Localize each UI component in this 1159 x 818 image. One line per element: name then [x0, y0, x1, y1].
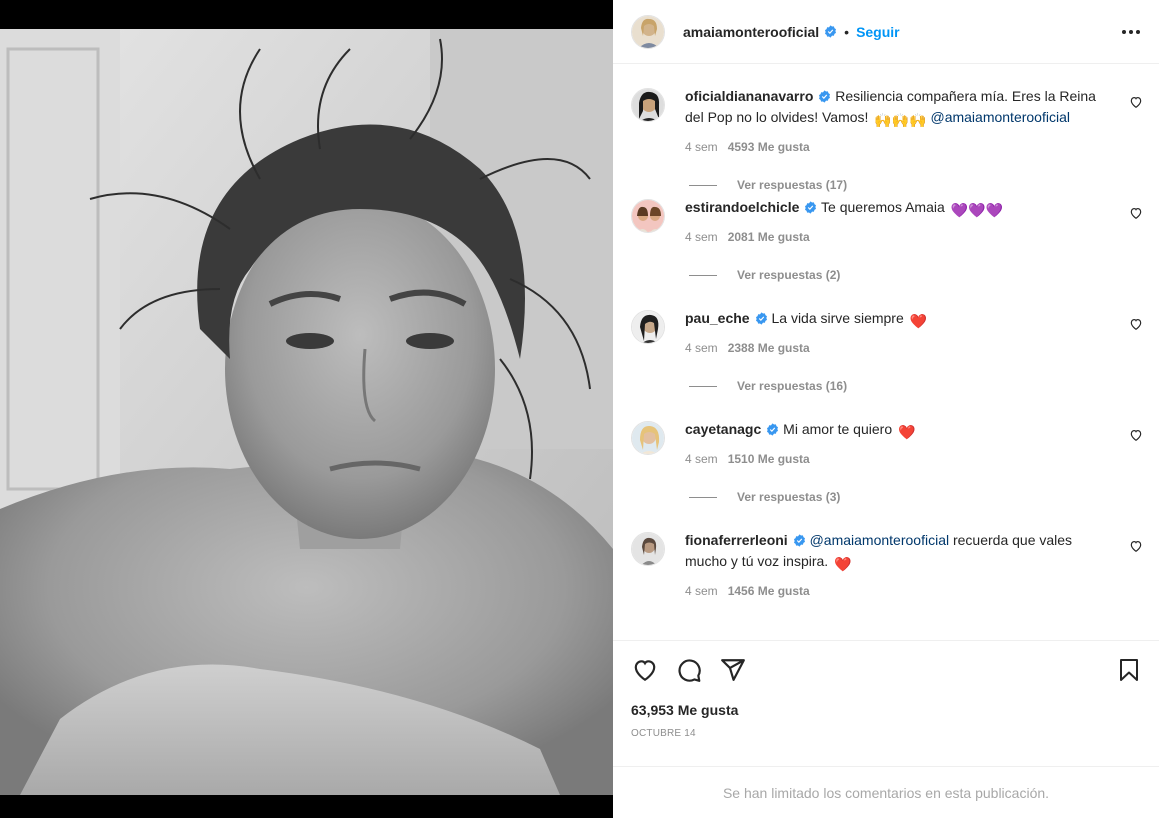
comments-limited-notice: Se han limitado los comentarios en esta … [613, 766, 1159, 818]
follow-button[interactable]: Seguir [856, 24, 900, 40]
comment-item: pau_eche La vida sirve siempre ❤️ 4 sem 2… [631, 308, 1143, 419]
comment-icon[interactable] [675, 656, 703, 684]
view-replies-label: Ver respuestas (3) [737, 490, 841, 504]
commenter-username[interactable]: cayetanagc [685, 421, 761, 437]
comment-like-heart-icon[interactable] [1129, 317, 1143, 331]
comment-like-heart-icon[interactable] [1129, 428, 1143, 442]
comment-text: Mi amor te quiero [783, 421, 893, 437]
comment-likes[interactable]: 4593 Me gusta [728, 140, 810, 154]
commenter-username[interactable]: pau_eche [685, 310, 750, 326]
comment-text: La vida sirve siempre [771, 310, 904, 326]
view-replies-button[interactable]: Ver respuestas (16) [685, 379, 1109, 393]
commenter-avatar[interactable] [631, 310, 665, 344]
comment-like-heart-icon[interactable] [1129, 539, 1143, 553]
verified-icon [805, 201, 817, 214]
comment-item: oficialdiananavarro Resiliencia compañer… [631, 86, 1143, 197]
post-actions: 63,953 Me gusta OCTUBRE 14 [613, 640, 1159, 766]
commenter-avatar[interactable] [631, 421, 665, 455]
comment-text: Te queremos Amaia [821, 199, 945, 215]
comment-age[interactable]: 4 sem [685, 230, 718, 244]
mention-link[interactable]: @amaiamonterooficial [930, 109, 1070, 125]
view-replies-button[interactable]: Ver respuestas (17) [685, 178, 1109, 192]
heart-icon[interactable] [631, 656, 659, 684]
comment-likes[interactable]: 2081 Me gusta [728, 230, 810, 244]
view-replies-label: Ver respuestas (2) [737, 268, 841, 282]
comment-age[interactable]: 4 sem [685, 341, 718, 355]
comment-likes[interactable]: 1456 Me gusta [728, 584, 810, 598]
author-username[interactable]: amaiamonterooficial [683, 24, 819, 40]
comment-age[interactable]: 4 sem [685, 584, 718, 598]
view-replies-label: Ver respuestas (17) [737, 178, 848, 192]
comments-list[interactable]: oficialdiananavarro Resiliencia compañer… [613, 64, 1159, 640]
commenter-avatar[interactable] [631, 199, 665, 233]
replies-line [689, 184, 717, 186]
comment-item: cayetanagc Mi amor te quiero ❤️ 4 sem 151… [631, 419, 1143, 530]
comment-like-heart-icon[interactable] [1129, 206, 1143, 220]
post-likes-count[interactable]: 63,953 Me gusta [631, 702, 1143, 718]
verified-icon [767, 423, 779, 436]
post-header: amaiamonterooficial • Seguir [613, 0, 1159, 64]
verified-icon [819, 90, 831, 103]
mention-link[interactable]: @amaiamonterooficial [810, 532, 950, 548]
commenter-username[interactable]: fionaferrerleoni [685, 532, 788, 548]
red-heart-emoji: ❤️ [898, 424, 916, 440]
comment-age[interactable]: 4 sem [685, 140, 718, 154]
verified-icon [755, 312, 767, 325]
comment-like-heart-icon[interactable] [1129, 95, 1143, 109]
comment-item: estirandoelchicle Te queremos Amaia 💜💜💜 … [631, 197, 1143, 308]
replies-line [689, 385, 717, 387]
more-horizontal-icon[interactable] [1119, 20, 1143, 44]
commenter-avatar[interactable] [631, 532, 665, 566]
instagram-post: amaiamonterooficial • Seguir oficialdian… [0, 0, 1159, 818]
post-media[interactable] [0, 0, 613, 818]
commenter-avatar[interactable] [631, 88, 665, 122]
raised-hands-emoji: 🙌🙌🙌 [874, 112, 927, 128]
comment-age[interactable]: 4 sem [685, 452, 718, 466]
verified-icon [793, 534, 805, 547]
action-icon-row [631, 655, 1143, 685]
share-icon[interactable] [719, 656, 747, 684]
purple-heart-emoji: 💜💜💜 [950, 202, 1003, 218]
view-replies-label: Ver respuestas (16) [737, 379, 848, 393]
view-replies-button[interactable]: Ver respuestas (3) [685, 490, 1109, 504]
commenter-username[interactable]: estirandoelchicle [685, 199, 799, 215]
replies-line [689, 496, 717, 498]
post-date[interactable]: OCTUBRE 14 [631, 728, 1143, 739]
comment-item: fionaferrerleoni @amaiamonterooficial re… [631, 530, 1143, 598]
comment-likes[interactable]: 2388 Me gusta [728, 341, 810, 355]
comment-likes[interactable]: 1510 Me gusta [728, 452, 810, 466]
bookmark-icon[interactable] [1115, 656, 1143, 684]
post-panel: amaiamonterooficial • Seguir oficialdian… [613, 0, 1159, 818]
red-heart-emoji: ❤️ [909, 313, 928, 329]
red-heart-emoji: ❤️ [834, 556, 852, 572]
view-replies-button[interactable]: Ver respuestas (2) [685, 268, 1109, 282]
separator-dot: • [844, 23, 850, 40]
replies-line [689, 274, 717, 276]
verified-icon [825, 25, 837, 38]
post-photo[interactable] [0, 29, 613, 795]
author-avatar[interactable] [631, 14, 665, 49]
commenter-username[interactable]: oficialdiananavarro [685, 88, 813, 104]
